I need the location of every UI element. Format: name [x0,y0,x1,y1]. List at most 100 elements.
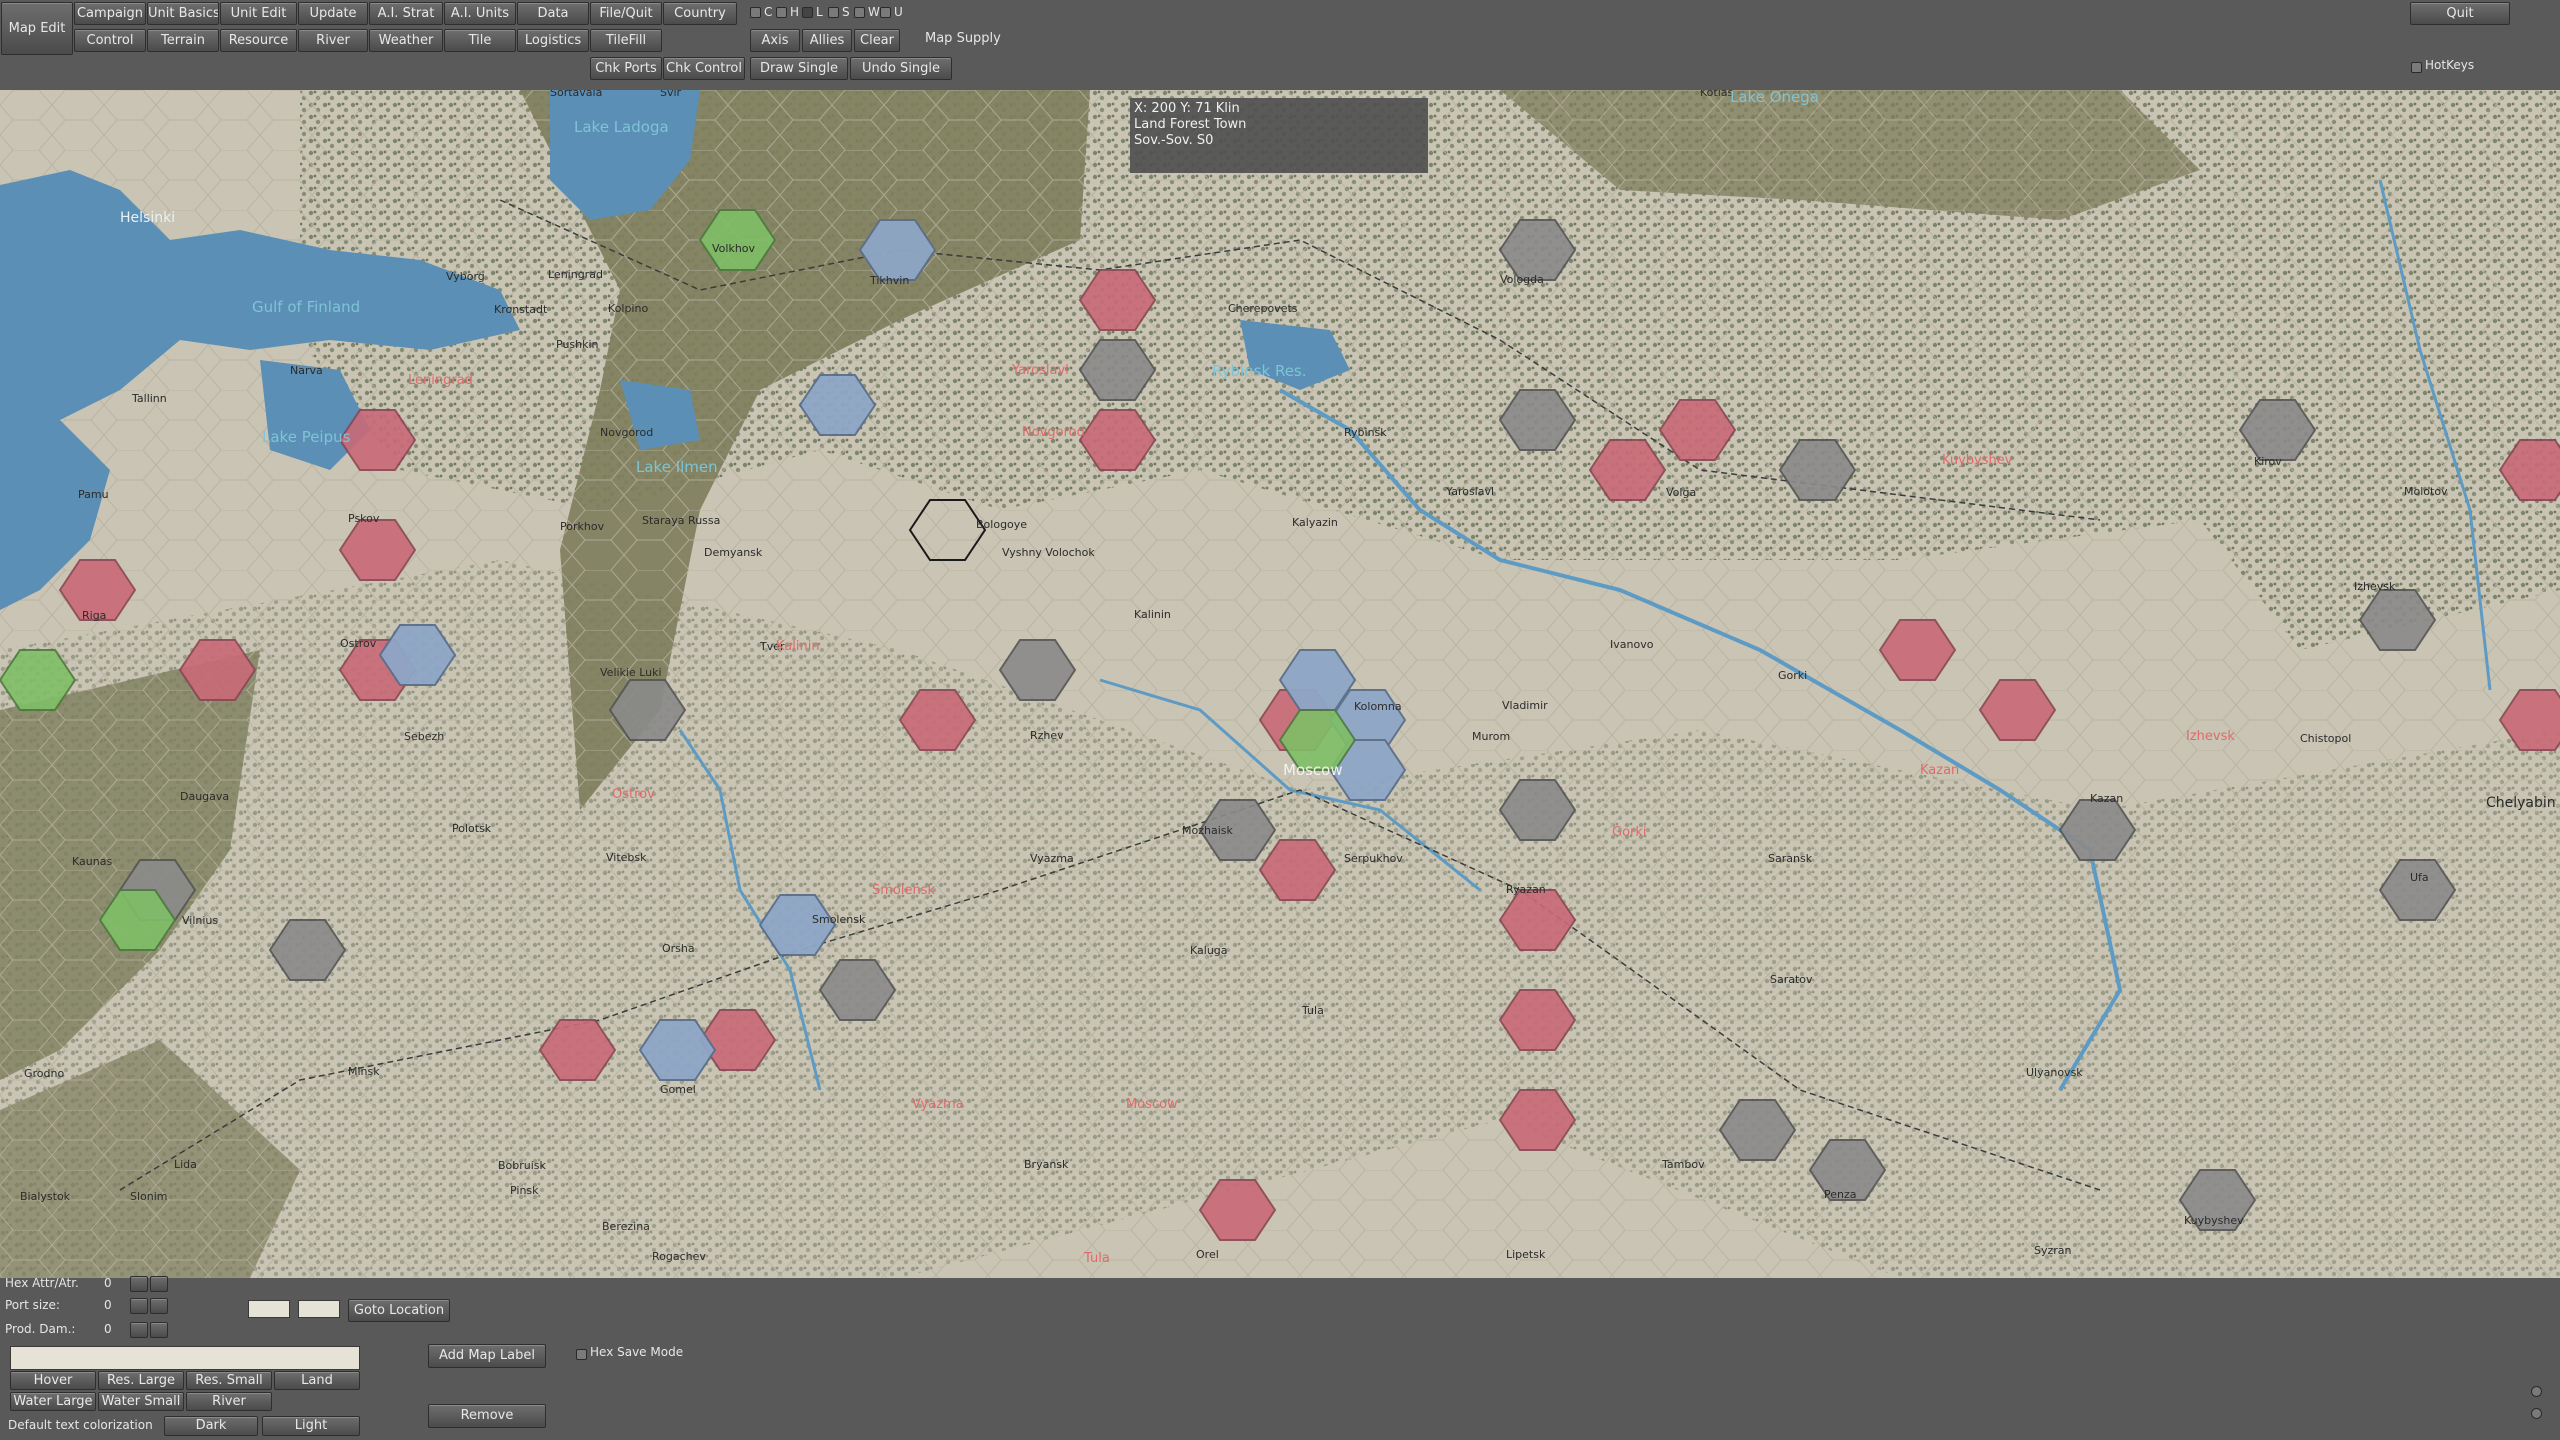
city-kronstadt: Kronstadt [494,303,548,316]
hex-info-tooltip: X: 200 Y: 71 Klin Land Forest Town Sov.-… [1130,98,1428,173]
goto-location-button[interactable]: Goto Location [348,1299,450,1322]
label-land-button[interactable]: Land [274,1371,360,1390]
prod-dam-plus-button[interactable] [150,1322,168,1338]
city-izhevsk: Izhevsk [2354,580,2396,593]
unit-basics-button[interactable]: Unit Basics [147,2,219,25]
city-ulyanovsk: Ulyanovsk [2026,1066,2083,1079]
draw-single-button[interactable]: Draw Single [750,57,848,80]
city-kuybyshev: Kuybyshev [2184,1214,2244,1227]
hex-coords: X: 200 Y: 71 Klin [1134,101,1240,116]
tilefill-button[interactable]: TileFill [590,29,662,52]
filter-s-checkbox[interactable] [828,7,839,18]
city-kaluga: Kaluga [1190,944,1228,957]
city-vladimir: Vladimir [1502,699,1548,712]
logistics-button[interactable]: Logistics [517,29,589,52]
label-lake-ilmen: Lake Ilmen [636,458,718,476]
city-bialystok: Bialystok [20,1190,71,1203]
city-pushkin: Pushkin [556,338,599,351]
hotkeys-checkbox[interactable] [2411,62,2422,73]
city-porkhov: Porkhov [560,520,605,533]
city-volkhov: Volkhov [712,242,756,255]
filter-h-label: H [790,5,800,19]
filter-toggles: C H L S W U [750,5,910,21]
city-kalinin: Kalinin [1134,608,1171,621]
chk-ports-button[interactable]: Chk Ports [590,57,662,80]
data-button[interactable]: Data [517,2,589,25]
control-button[interactable]: Control [74,29,146,52]
chk-control-button[interactable]: Chk Control [663,57,745,80]
city-demyansk: Demyansk [704,546,763,559]
file-quit-button[interactable]: File/Quit [590,2,662,25]
unit-edit-button[interactable]: Unit Edit [220,2,297,25]
hex-save-mode-checkbox[interactable] [576,1349,587,1360]
update-button[interactable]: Update [298,2,368,25]
label-hover-button[interactable]: Hover [10,1371,96,1390]
label-water-small-button[interactable]: Water Small [98,1392,184,1411]
region-novgorod: Novgorod [1022,425,1085,440]
city-pinsk: Pinsk [510,1184,539,1197]
city-penza: Penza [1824,1188,1857,1201]
river-button[interactable]: River [298,29,368,52]
city-chelyabin: Chelyabin [2486,795,2556,811]
region-tula: Tula [1083,1251,1110,1266]
filter-h-checkbox[interactable] [776,7,787,18]
city-serpukhov: Serpukhov [1344,852,1403,865]
country-button[interactable]: Country [663,2,737,25]
undo-single-button[interactable]: Undo Single [850,57,952,80]
city-rzhev: Rzhev [1030,729,1064,742]
dark-text-button[interactable]: Dark [164,1416,258,1436]
quit-button[interactable]: Quit [2410,2,2510,25]
city-minsk: Minsk [348,1065,380,1078]
zoom-in-icon[interactable] [2531,1386,2542,1397]
resource-button[interactable]: Resource [220,29,297,52]
map-canvas[interactable]: Helsinki Vyborg Leningrad Kronstadt Kolp… [0,90,2560,1278]
strategic-map[interactable]: Helsinki Vyborg Leningrad Kronstadt Kolp… [0,90,2560,1278]
hex-attr-plus-button[interactable] [150,1276,168,1292]
zoom-out-icon[interactable] [2531,1408,2542,1419]
axis-button[interactable]: Axis [750,29,800,52]
label-river-button[interactable]: River [186,1392,272,1411]
weather-button[interactable]: Weather [369,29,443,52]
city-sebezh: Sebezh [404,730,444,743]
city-vilnius: Vilnius [182,914,218,927]
region-smolensk: Smolensk [872,883,935,898]
city-ryazan: Ryazan [1506,883,1546,896]
hex-save-mode-label: Hex Save Mode [590,1345,684,1359]
filter-c-checkbox[interactable] [750,7,761,18]
city-kolomna: Kolomna [1354,700,1402,713]
label-res-large-button[interactable]: Res. Large [98,1371,184,1390]
port-size-minus-button[interactable] [130,1298,148,1314]
add-map-label-button[interactable]: Add Map Label [428,1344,546,1368]
clear-button[interactable]: Clear [854,29,900,52]
hex-attr-minus-button[interactable] [130,1276,148,1292]
city-vitebsk: Vitebsk [606,851,647,864]
tile-button[interactable]: Tile [444,29,516,52]
ai-units-button[interactable]: A.I. Units [444,2,516,25]
filter-l-checkbox[interactable] [802,7,813,18]
city-ivanovo: Ivanovo [1610,638,1654,651]
port-size-plus-button[interactable] [150,1298,168,1314]
label-res-small-button[interactable]: Res. Small [186,1371,272,1390]
city-bobruisk: Bobruisk [498,1159,547,1172]
terrain-button[interactable]: Terrain [147,29,219,52]
filter-s-label: S [842,5,850,19]
filter-u-checkbox[interactable] [880,7,891,18]
city-staraya-russa: Staraya Russa [642,514,720,527]
hex-attr-value: 0 [104,1276,112,1290]
filter-w-checkbox[interactable] [854,7,865,18]
prod-dam-minus-button[interactable] [130,1322,148,1338]
label-lake-ladoga: Lake Ladoga [574,118,669,136]
ai-strat-button[interactable]: A.I. Strat [369,2,443,25]
campaign-button[interactable]: Campaign [74,2,146,25]
map-label-text-input[interactable] [10,1346,360,1370]
remove-label-button[interactable]: Remove [428,1404,546,1428]
label-water-large-button[interactable]: Water Large [10,1392,96,1411]
hotkeys-label: HotKeys [2425,58,2475,72]
filter-c-label: C [764,5,773,19]
map-edit-button[interactable]: Map Edit [1,2,73,55]
goto-y-input[interactable] [298,1300,340,1318]
default-text-colorization-label: Default text colorization [8,1418,153,1432]
goto-x-input[interactable] [248,1300,290,1318]
light-text-button[interactable]: Light [262,1416,360,1436]
allies-button[interactable]: Allies [802,29,852,52]
